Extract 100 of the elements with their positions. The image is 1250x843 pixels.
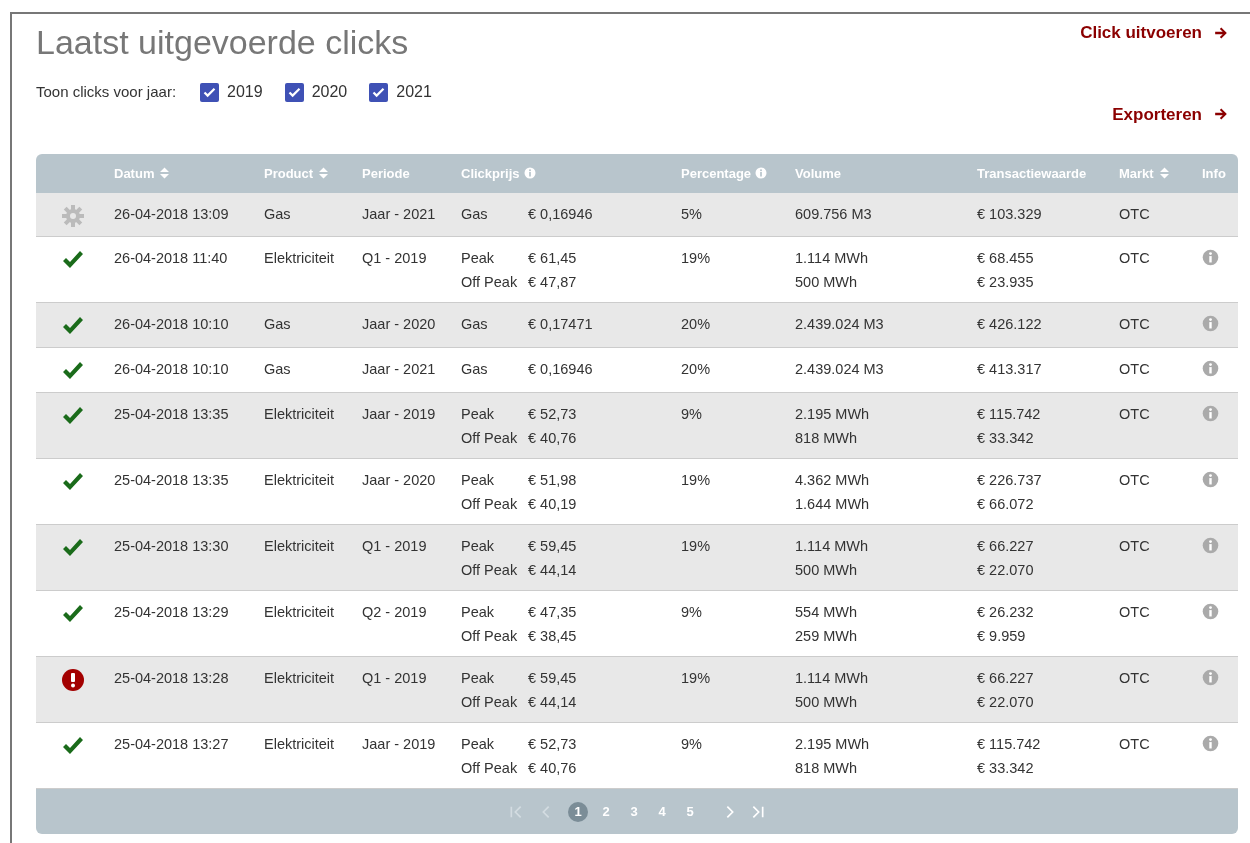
period-text: Q1 - 2019 [362,669,428,689]
value-text: € 66.227 [977,537,1035,557]
price-text: € 0,16946 [528,361,593,378]
volume-text: 1.114 MWh [795,537,870,557]
price-label: Gas [461,315,489,335]
product-text: Elektriciteit [264,735,336,755]
value-text: € 68.455 [977,249,1035,269]
info-icon [1202,315,1219,333]
percentage-text: 9% [681,603,703,623]
action-link[interactable]: Exporteren [1112,101,1228,127]
price-label: Peak [461,249,496,269]
page-button[interactable]: 4 [652,801,672,822]
percentage-text: 9% [681,405,703,425]
value-text: € 22.070 [977,693,1035,713]
value-text: € 115.742 [977,735,1042,755]
price-label: Off Peak [461,759,519,779]
page-button[interactable]: 5 [680,801,700,822]
volume-text: 2.439.024 M3 [795,315,885,335]
column-header[interactable]: Clickprijs [461,165,520,181]
price-text: € 47,87 [528,274,577,291]
period-text: Jaar - 2020 [362,315,437,335]
volume-text: 259 MWh [795,627,859,647]
percentage-text: 5% [681,205,703,224]
price-label: Off Peak [461,429,519,449]
page-title: Laatst uitgevoerde clicks [36,22,410,63]
volume-text: 500 MWh [795,273,859,293]
value-text: € 103.329 [977,205,1043,224]
price-text: € 59,45 [528,538,577,555]
first-page-icon [508,803,524,820]
market-text: OTC [1119,205,1151,224]
checkbox[interactable] [200,82,220,102]
product-text: Elektriciteit [264,537,336,557]
info-icon [1202,669,1219,687]
value-text: € 66.227 [977,669,1035,689]
action-link[interactable]: Click uitvoeren [1080,20,1228,46]
product-text: Gas [264,360,292,380]
price-text: € 40,76 [528,760,577,777]
checkbox[interactable] [369,82,389,102]
date-text: 25-04-2018 13:30 [114,537,230,557]
percentage-text: 19% [681,537,712,557]
info-icon [1202,360,1219,378]
page-button[interactable]: 2 [596,801,616,822]
product-text: Elektriciteit [264,603,336,623]
price-text: € 0,17471 [528,316,593,333]
last-page-button[interactable] [750,803,766,820]
volume-text: 2.439.024 M3 [795,360,885,380]
volume-text: 1.644 MWh [795,495,871,515]
sort-icon [1159,166,1169,179]
percentage-text: 19% [681,471,712,491]
price-label: Off Peak [461,273,519,293]
info-icon [1202,603,1219,621]
price-label: Gas [461,360,489,380]
sort-icon [319,166,329,179]
market-text: OTC [1119,405,1151,425]
date-text: 26-04-2018 10:10 [114,315,230,335]
page-button[interactable]: 1 [568,801,588,822]
price-label: Peak [461,537,496,557]
market-text: OTC [1119,360,1151,380]
column-header[interactable]: Datum [114,165,155,181]
market-text: OTC [1119,249,1151,269]
date-text: 25-04-2018 13:28 [114,669,230,689]
product-text: Elektriciteit [264,471,336,491]
price-text: € 52,73 [528,406,577,423]
column-header[interactable]: Periode [362,165,410,181]
price-label: Peak [461,405,496,425]
market-text: OTC [1119,537,1151,557]
period-text: Jaar - 2020 [362,471,437,491]
product-text: Gas [264,205,292,224]
column-header[interactable]: Volume [795,165,841,181]
checkbox[interactable] [284,82,304,102]
volume-text: 818 MWh [795,429,859,449]
price-text: € 59,45 [528,670,577,687]
percentage-text: 19% [681,249,712,269]
product-text: Elektriciteit [264,405,336,425]
value-text: € 413.317 [977,360,1043,380]
percentage-text: 19% [681,669,712,689]
price-text: € 44,14 [528,562,577,579]
price-label: Peak [461,735,496,755]
market-text: OTC [1119,471,1151,491]
column-header[interactable]: Markt [1119,165,1154,181]
period-text: Q1 - 2019 [362,537,428,557]
price-label: Off Peak [461,495,519,515]
date-text: 26-04-2018 13:09 [114,205,230,224]
period-text: Jaar - 2019 [362,735,437,755]
volume-text: 2.195 MWh [795,405,871,425]
date-text: 25-04-2018 13:35 [114,471,230,491]
price-text: € 52,73 [528,736,577,753]
date-text: 25-04-2018 13:35 [114,405,230,425]
page-button[interactable]: 3 [624,801,644,822]
value-text: € 9.959 [977,627,1027,647]
period-text: Jaar - 2021 [362,205,437,224]
year-label: 2021 [396,82,432,102]
percentage-text: 20% [681,315,712,335]
info-icon [1202,405,1219,423]
filter-label: Toon clicks voor jaar: [36,81,177,102]
info-icon [755,166,768,179]
value-text: € 22.070 [977,561,1035,581]
price-text: € 40,19 [528,496,577,513]
market-text: OTC [1119,315,1151,335]
volume-text: 500 MWh [795,561,859,581]
